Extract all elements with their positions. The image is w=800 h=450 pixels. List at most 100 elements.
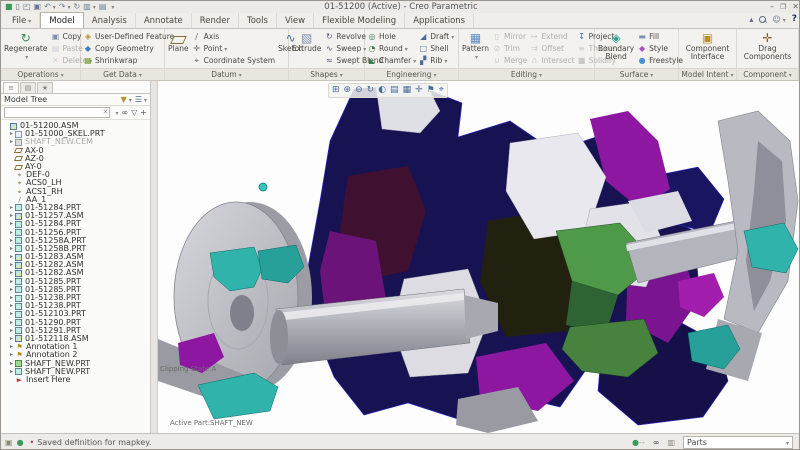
tree-item-label[interactable]: Annotation 1	[26, 343, 78, 351]
tree-filters-icon[interactable]: ▼	[121, 95, 132, 104]
tree-item-label[interactable]: AZ-0	[25, 155, 44, 163]
tree-search-input[interactable]	[4, 107, 110, 118]
find-in-model-icon[interactable]: ∞	[653, 438, 660, 447]
offset-button[interactable]: Offset	[529, 42, 574, 54]
tree-item[interactable]: AX-0	[3, 147, 150, 155]
expand-arrow-icon[interactable]: ▸	[8, 138, 15, 146]
extend-button[interactable]: Extend	[529, 30, 574, 42]
expand-arrow-icon[interactable]: ▸	[8, 253, 15, 261]
tab-tools[interactable]: Tools	[239, 13, 277, 28]
expand-arrow-icon[interactable]: ▸	[8, 302, 15, 310]
group-label-datum[interactable]: Datum	[165, 68, 288, 80]
shrinkwrap-button[interactable]: Shrinkwrap	[83, 55, 174, 67]
tree-item[interactable]: ►Insert Here	[3, 376, 150, 384]
tree-item[interactable]: ▸ 01-51283.ASM	[3, 253, 150, 261]
draft-button[interactable]: Draft	[418, 30, 454, 42]
tree-item-label[interactable]: SHAFT_NEW.CEM	[25, 138, 93, 146]
tree-item[interactable]: ▸SHAFT_NEW.PRT	[3, 368, 150, 376]
tree-item[interactable]: ▸01-51284.PRT	[3, 220, 150, 228]
tree-item-label[interactable]: SHAFT_NEW.PRT	[25, 360, 90, 368]
group-label-shapes[interactable]: Shapes	[289, 68, 364, 80]
group-label-get-data[interactable]: Get Data	[81, 68, 164, 80]
tree-item-label[interactable]: AA_1	[26, 196, 46, 204]
expand-arrow-icon[interactable]: ▸	[8, 327, 15, 335]
expand-arrow-icon[interactable]: ▸	[8, 220, 15, 228]
tree-item-label[interactable]: 01-51238.PRT	[25, 294, 81, 302]
expand-all-icon[interactable]: +	[140, 108, 147, 117]
group-label-model-intent[interactable]: Model Intent	[679, 68, 736, 80]
tree-item[interactable]: ▸01-512118.ASM	[3, 335, 150, 343]
expand-arrow-icon[interactable]: ▸	[8, 237, 15, 245]
tree-item[interactable]: AY-0	[3, 163, 150, 171]
tree-item[interactable]: ▸01-51258A.PRT	[3, 237, 150, 245]
point-button[interactable]: Point	[192, 42, 275, 54]
user-defined-feature-button[interactable]: User-Defined Feature	[83, 30, 174, 42]
saved-views-icon[interactable]: ▤	[390, 85, 399, 96]
tree-item-label[interactable]: AY-0	[25, 163, 42, 171]
expand-arrow-icon[interactable]: ▸	[8, 294, 15, 302]
copy-geometry-button[interactable]: Copy Geometry	[83, 42, 174, 54]
tree-item-label[interactable]: ACS1_RH	[26, 188, 63, 196]
tree-item[interactable]: ▸01-51000_SKEL.PRT	[3, 130, 150, 138]
tree-item[interactable]: ▸ 01-51238.PRT	[3, 302, 150, 310]
expand-arrow-icon[interactable]: ▸	[8, 286, 15, 294]
tree-item[interactable]: ▸ 01-51291.PRT	[3, 327, 150, 335]
hole-button[interactable]: Hole	[367, 30, 416, 42]
graphics-viewport[interactable]: ⊞⊕⊖↻◐▤▦✛⚑⌖ Clipping State A Active Part:…	[158, 81, 800, 433]
tab-annotate[interactable]: Annotate	[136, 13, 192, 28]
tree-item[interactable]: ▸ 01-51256.PRT	[3, 228, 150, 236]
tab-analysis[interactable]: Analysis	[84, 13, 136, 28]
expand-arrow-icon[interactable]: ▸	[8, 229, 15, 237]
favorites-tab[interactable]: ★	[37, 82, 53, 93]
merge-button[interactable]: Merge	[492, 55, 527, 67]
tree-item-label[interactable]: 01-51238.PRT	[25, 302, 81, 310]
user-account-icon[interactable]: ☺	[772, 15, 785, 24]
search-options-caret-icon[interactable]	[113, 108, 118, 117]
tree-item-label[interactable]: 01-51256.PRT	[25, 229, 81, 237]
tree-item[interactable]: ▸01-51285.PRT	[3, 278, 150, 286]
mirror-button[interactable]: Mirror	[492, 30, 527, 42]
zoom-in-icon[interactable]: ⊕	[344, 85, 352, 96]
tree-item-label[interactable]: DEF-0	[26, 171, 50, 179]
expand-arrow-icon[interactable]: ▸	[8, 261, 15, 269]
tree-item[interactable]: ▸01-51282.ASM	[3, 269, 150, 277]
tree-item[interactable]: ⌖DEF-0	[3, 171, 150, 179]
tree-item[interactable]: ▸⚑Annotation 1	[3, 343, 150, 351]
find-icon[interactable]: ∞	[121, 108, 128, 117]
tree-item-label[interactable]: 01-51284.PRT	[25, 204, 81, 212]
tree-item[interactable]: ▸01-512103.PRT	[3, 310, 150, 318]
tree-item-label[interactable]: ACS0_LH	[26, 179, 62, 187]
tree-item-label[interactable]: 01-51285.PRT	[25, 286, 81, 294]
intersect-button[interactable]: Intersect	[529, 55, 574, 67]
tree-item-label[interactable]: AX-0	[25, 147, 44, 155]
display-style-icon[interactable]: ◐	[378, 85, 386, 96]
expand-arrow-icon[interactable]: ▸	[8, 360, 15, 368]
tree-item-label[interactable]: 01-51290.PRT	[25, 319, 81, 327]
group-label-operations[interactable]: Operations	[1, 68, 80, 80]
fill-button[interactable]: Fill	[637, 30, 683, 42]
expand-arrow-icon[interactable]: ▸	[8, 212, 15, 220]
model-tree-tab[interactable]: ≡	[3, 82, 19, 93]
tab-view[interactable]: View	[277, 13, 314, 28]
tree-item-label[interactable]: 01-512118.ASM	[25, 335, 89, 343]
tree-item-label[interactable]: 01-51283.ASM	[25, 253, 84, 261]
annotation-display-icon[interactable]: ⚑	[427, 85, 435, 96]
panel-resize-handle[interactable]	[151, 81, 158, 433]
coordinate-system-button[interactable]: Coordinate System	[192, 55, 275, 67]
tree-item-label[interactable]: 01-512103.PRT	[25, 310, 86, 318]
tree-item-label[interactable]: 01-51258B.PRT	[25, 245, 86, 253]
expand-arrow-icon[interactable]: ▸	[8, 245, 15, 253]
tree-item-label[interactable]: 01-51257.ASM	[25, 212, 84, 220]
tab-applications[interactable]: Applications	[405, 13, 474, 28]
shell-button[interactable]: Shell	[418, 42, 454, 54]
tree-item[interactable]: ▸ 01-51285.PRT	[3, 286, 150, 294]
tree-item[interactable]: ▸01-51284.PRT	[3, 204, 150, 212]
axis-button[interactable]: Axis	[192, 30, 275, 42]
tree-item[interactable]: ⌖ACS0_LH	[3, 179, 150, 187]
tree-item-label[interactable]: Insert Here	[26, 376, 70, 384]
component-interface-button[interactable]: Component Interface	[680, 30, 735, 67]
view-manager-icon[interactable]: ▦	[403, 85, 412, 96]
tree-item-label[interactable]: 01-51000_SKEL.PRT	[25, 130, 105, 138]
tree-item[interactable]: ▸⚑Annotation 2	[3, 351, 150, 359]
tree-item-label[interactable]: 01-51291.PRT	[25, 327, 81, 335]
